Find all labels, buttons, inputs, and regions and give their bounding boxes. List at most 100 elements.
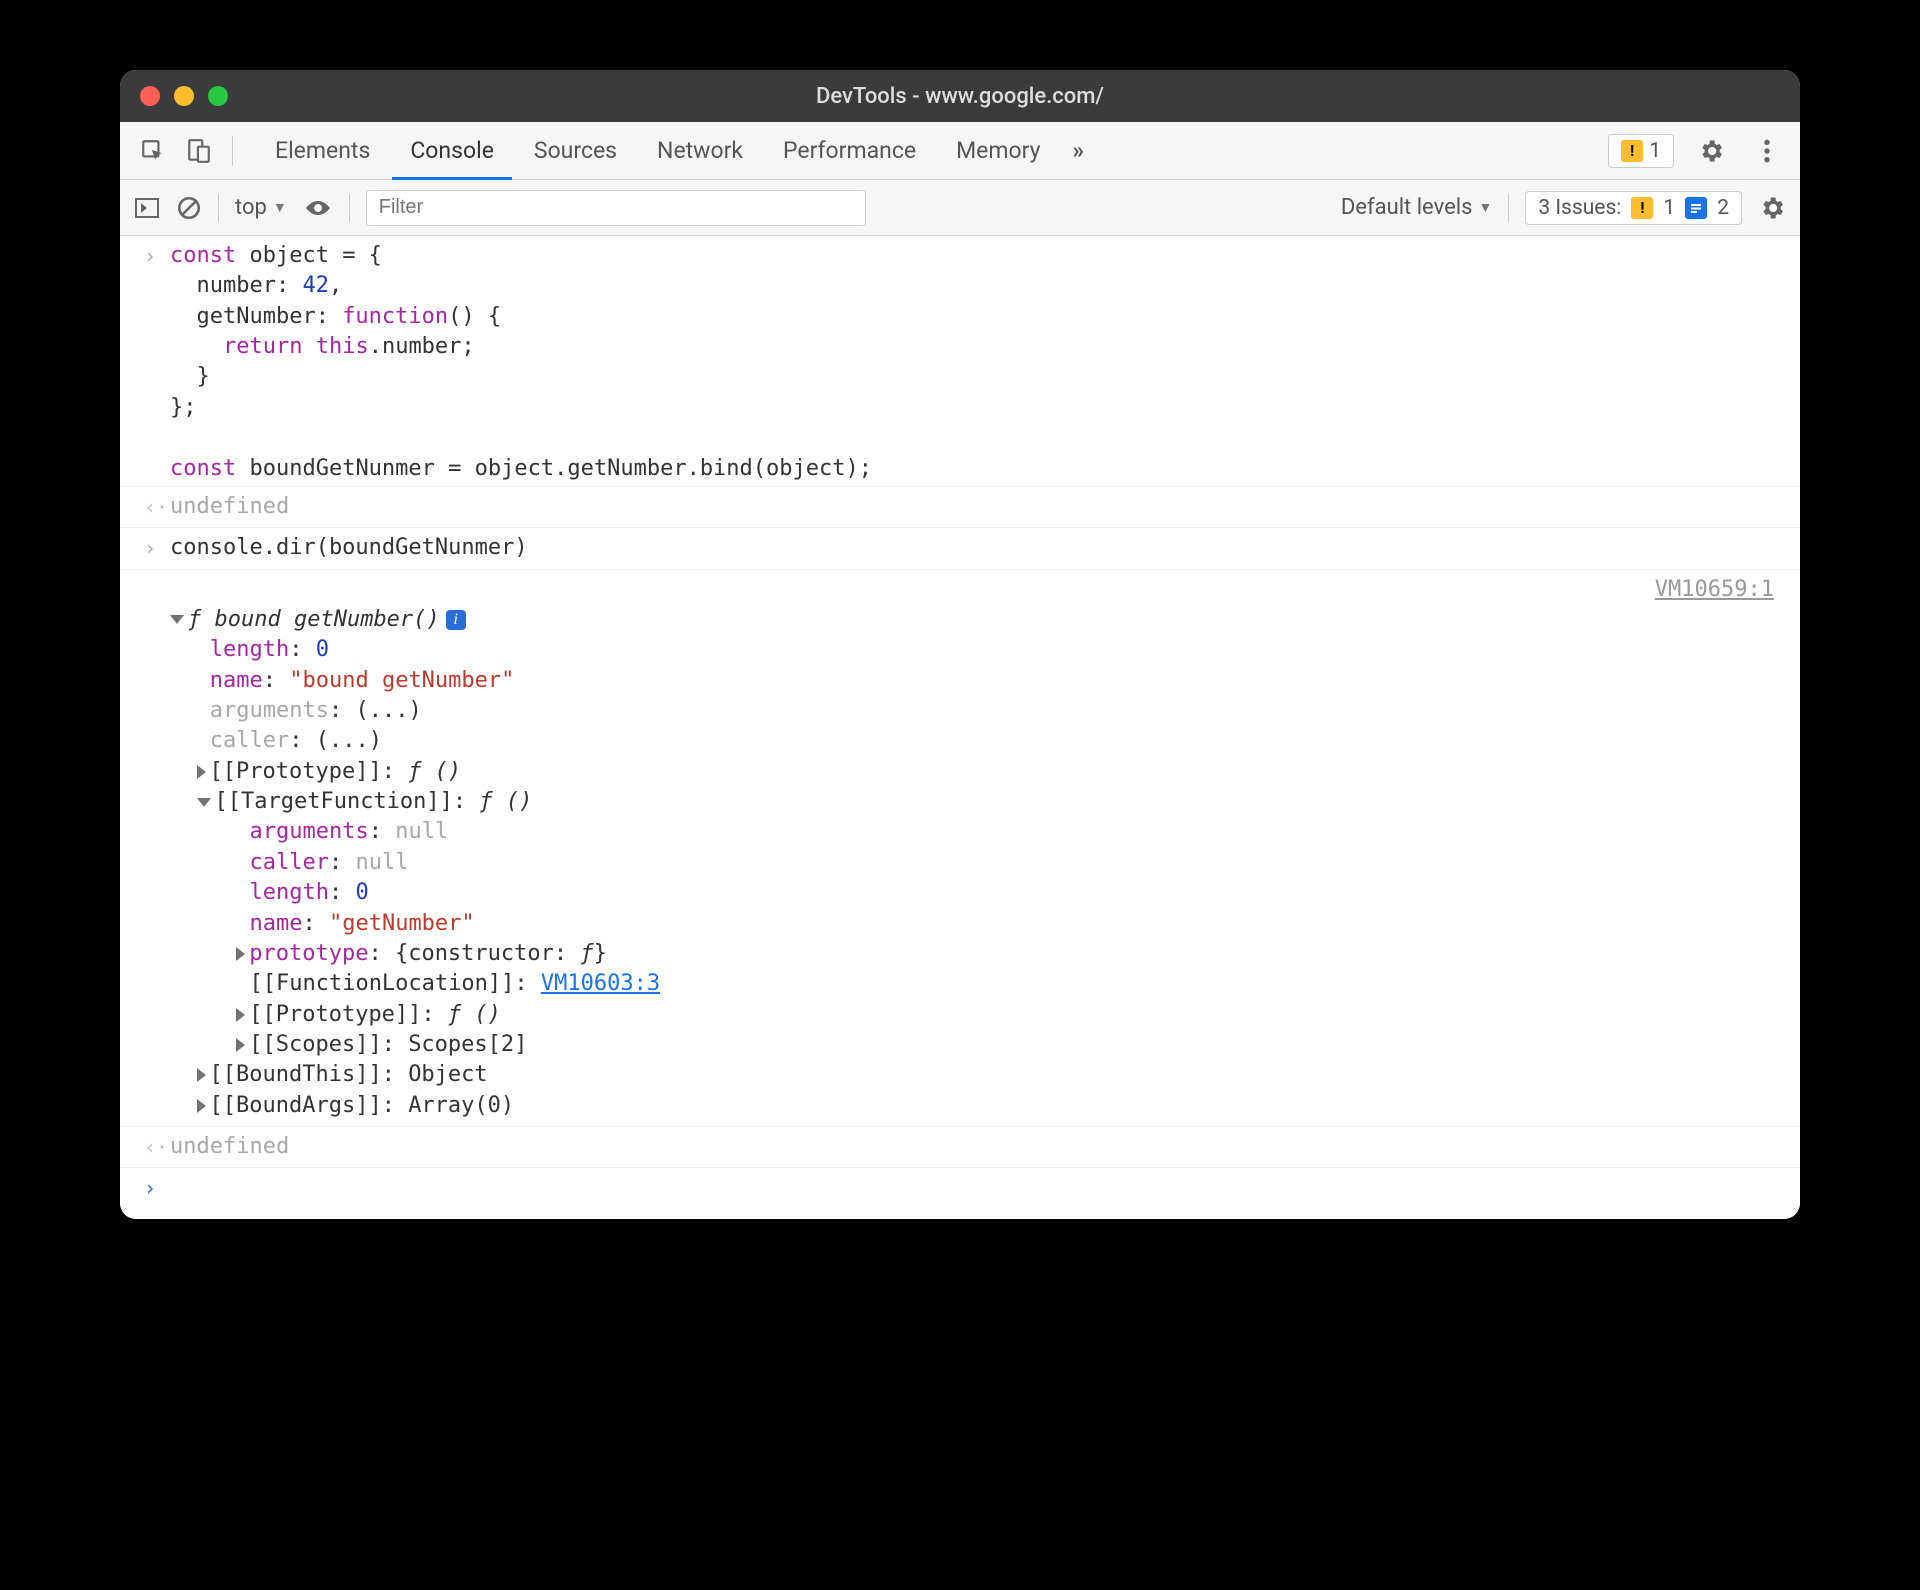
prop-key: arguments <box>249 819 368 844</box>
info-icon <box>1685 197 1707 219</box>
device-toolbar-icon[interactable] <box>180 132 218 170</box>
prop-val: {constructor: ƒ} <box>395 941 607 966</box>
prop-val: (...) <box>355 698 421 723</box>
prop-val: Object <box>408 1062 487 1087</box>
prop-key: length <box>249 880 328 905</box>
expand-toggle[interactable] <box>236 941 249 966</box>
output-marker-icon: ‹· <box>144 494 170 522</box>
info-badge-icon[interactable]: i <box>446 610 466 630</box>
clear-console-icon[interactable] <box>176 195 202 221</box>
prop-val: null <box>395 819 448 844</box>
fn-glyph: ƒ <box>188 607 215 632</box>
separator <box>218 194 219 222</box>
tabs: Elements Console Sources Network Perform… <box>257 123 1094 179</box>
maximize-window-button[interactable] <box>208 86 228 106</box>
output-marker-icon: ‹· <box>144 1134 170 1162</box>
console-prompt[interactable]: › <box>120 1168 1800 1208</box>
prop-key: [[TargetFunction]] <box>215 789 453 814</box>
prop-key: length <box>210 637 289 662</box>
input-prompt-icon: › <box>144 243 170 271</box>
more-options-icon[interactable] <box>1748 132 1786 170</box>
live-expression-icon[interactable] <box>303 198 333 218</box>
prop-val: 0 <box>316 637 329 662</box>
console-result-row: ‹· undefined <box>120 486 1800 528</box>
chevron-down-icon: ▼ <box>1478 199 1492 216</box>
issues-counter[interactable]: 3 Issues: ! 1 2 <box>1525 191 1742 225</box>
prop-val: "getNumber" <box>329 911 475 936</box>
expand-toggle[interactable] <box>236 1032 249 1057</box>
expand-toggle[interactable] <box>197 759 210 784</box>
devtools-window: DevTools - www.google.com/ Elements Cons… <box>120 70 1800 1219</box>
tab-performance[interactable]: Performance <box>765 123 934 179</box>
prop-val: Array(0) <box>408 1093 514 1118</box>
object-dump: ƒ bound getNumber()i length: 0 name: "bo… <box>120 570 1800 1127</box>
issues-warn-count: 1 <box>1663 196 1675 220</box>
prop-val: ƒ () <box>448 1002 501 1027</box>
window-controls <box>140 86 228 106</box>
tab-console[interactable]: Console <box>392 123 512 179</box>
prop-key: caller <box>210 728 289 753</box>
console-output: › const object = { number: 42, getNumber… <box>120 236 1800 1219</box>
prop-key: [[Scopes]] <box>249 1032 381 1057</box>
prop-key: prototype <box>249 941 368 966</box>
expand-toggle[interactable] <box>197 789 215 814</box>
prop-val: (...) <box>316 728 382 753</box>
console-input-row: › console.dir(boundGetNunmer) <box>120 528 1800 569</box>
window-title: DevTools - www.google.com/ <box>816 84 1104 109</box>
tab-memory[interactable]: Memory <box>938 123 1058 179</box>
prop-key: name <box>210 668 263 693</box>
close-window-button[interactable] <box>140 86 160 106</box>
input-prompt-icon: › <box>144 1176 156 1200</box>
warning-icon: ! <box>1631 197 1653 219</box>
separator <box>232 136 233 166</box>
log-levels-selector[interactable]: Default levels ▼ <box>1341 195 1492 220</box>
prop-val: 0 <box>355 880 368 905</box>
expand-toggle[interactable] <box>236 1002 249 1027</box>
console-toolbar: top ▼ Default levels ▼ 3 Issues: ! 1 2 <box>120 180 1800 236</box>
main-tabbar: Elements Console Sources Network Perform… <box>120 122 1800 180</box>
separator <box>349 194 350 222</box>
result-undefined: undefined <box>170 492 1784 522</box>
tabs-overflow-button[interactable]: » <box>1063 123 1095 179</box>
titlebar: DevTools - www.google.com/ <box>120 70 1800 122</box>
prop-val: Scopes[2] <box>408 1032 527 1057</box>
chevron-down-icon: ▼ <box>273 199 287 216</box>
tab-network[interactable]: Network <box>639 123 761 179</box>
settings-icon[interactable] <box>1692 132 1730 170</box>
result-undefined: undefined <box>170 1132 1784 1162</box>
dir-call: console.dir(boundGetNunmer) <box>170 533 1784 563</box>
toggle-sidebar-icon[interactable] <box>134 197 160 219</box>
prop-key: [[BoundThis]] <box>210 1062 382 1087</box>
expand-toggle[interactable] <box>170 607 188 632</box>
source-reference-link[interactable]: VM10659:1 <box>1655 575 1784 605</box>
code-snippet: const object = { number: 42, getNumber: … <box>170 241 1784 484</box>
prop-key: name <box>249 911 302 936</box>
expand-toggle[interactable] <box>197 1093 210 1118</box>
separator <box>1508 194 1509 222</box>
warnings-count: 1 <box>1649 139 1661 163</box>
prop-val: null <box>355 850 408 875</box>
prop-key: [[BoundArgs]] <box>210 1093 382 1118</box>
tab-sources[interactable]: Sources <box>516 123 635 179</box>
prop-key: [[Prototype]] <box>210 759 382 784</box>
filter-input[interactable] <box>366 190 866 226</box>
minimize-window-button[interactable] <box>174 86 194 106</box>
prop-val: ƒ () <box>408 759 461 784</box>
prop-key: [[Prototype]] <box>249 1002 421 1027</box>
input-prompt-icon: › <box>144 535 170 563</box>
prop-key: caller <box>249 850 328 875</box>
context-label: top <box>235 195 267 220</box>
warnings-badge[interactable]: ! 1 <box>1608 134 1674 168</box>
fn-header: bound getNumber() <box>215 607 440 632</box>
inspect-element-icon[interactable] <box>134 132 172 170</box>
source-link[interactable]: VM10603:3 <box>541 971 660 996</box>
warning-icon: ! <box>1621 140 1643 162</box>
context-selector[interactable]: top ▼ <box>235 195 287 220</box>
console-settings-icon[interactable] <box>1758 194 1786 222</box>
prop-key: arguments <box>210 698 329 723</box>
tab-elements[interactable]: Elements <box>257 123 388 179</box>
log-levels-label: Default levels <box>1341 195 1473 220</box>
issues-info-count: 2 <box>1717 196 1729 220</box>
expand-toggle[interactable] <box>197 1062 210 1087</box>
prop-val: ƒ () <box>479 789 532 814</box>
